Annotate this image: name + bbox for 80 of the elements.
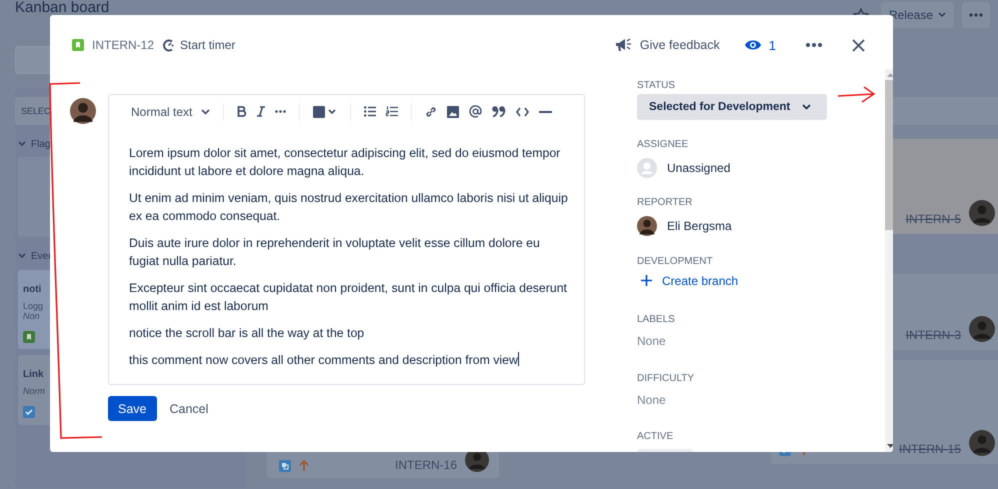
avatar-icon [637, 216, 657, 236]
field-value[interactable]: None [637, 392, 666, 406]
checkbox-icon [23, 406, 35, 418]
field-label: DEVELOPMENT [637, 254, 713, 268]
bold-icon[interactable] [237, 106, 248, 117]
comment-paragraph: this comment now covers all other comments and description from view [129, 351, 520, 369]
field-value[interactable]: None [637, 334, 666, 348]
comment-editor[interactable] [108, 94, 585, 385]
caret-icon [201, 108, 210, 114]
card-title: Link [23, 369, 44, 380]
issue-key: INTERN-16 [394, 458, 457, 472]
comment-paragraph: Ut enim ad minim veniam, quis nostrud exercitation ullamco laboris nisi ut aliquip ex ea commodo consequat. [129, 190, 569, 225]
caret-icon [802, 104, 812, 110]
avatar-icon [969, 430, 995, 456]
comment-paragraph: Duis aute irure dolor in reprehenderit in voluptate velit esse cillum dolore eu fugiat nulla pariatur. [129, 235, 541, 270]
scrollbar-thumb[interactable] [885, 80, 893, 230]
comment-paragraph: Excepteur sint occaecat cupidatat non proident, sunt in culpa qui officia deserunt mollit anim id est laborum [129, 280, 568, 315]
code-icon[interactable] [516, 106, 530, 116]
bookmark-icon [72, 39, 84, 51]
give-feedback-button[interactable]: Give feedback [614, 37, 720, 53]
mention-icon[interactable] [469, 105, 482, 118]
close-icon[interactable] [852, 38, 865, 52]
more-icon[interactable] [806, 43, 822, 47]
comment-paragraph: Lorem ipsum dolor sit amet, consectetur adipiscing elit, sed do eiusmod tempor incididunt ut labore et dolore magna aliqua. [129, 145, 562, 180]
more-icon [969, 13, 983, 17]
save-button[interactable]: Save [108, 396, 156, 421]
chevron-icon[interactable] [18, 141, 26, 147]
scroll-down-icon[interactable] [887, 444, 893, 448]
field-label: ASSIGNEE [637, 138, 688, 152]
cancel-button[interactable]: Cancel [160, 396, 218, 421]
card-text: Non [23, 311, 40, 321]
text-color-icon[interactable] [313, 106, 338, 118]
card-text: Logg [23, 301, 44, 311]
more-icon[interactable] [275, 110, 286, 113]
text-style-dropdown[interactable]: Normal text [131, 104, 210, 118]
numbered-list-icon[interactable] [386, 106, 398, 117]
status-dropdown[interactable]: Selected for Development [637, 94, 828, 120]
scrollbar[interactable] [885, 69, 893, 452]
bullet-list-icon[interactable] [364, 106, 376, 117]
field-value[interactable]: Unassigned [667, 160, 730, 174]
field-label: DIFFICULTY [637, 372, 694, 386]
avatar-icon [70, 98, 96, 124]
issue-key: INTERN-15 [898, 442, 961, 456]
eye-icon [744, 39, 762, 51]
image-icon[interactable] [447, 106, 460, 118]
text-cursor [518, 352, 519, 366]
card-title: noti [23, 284, 42, 295]
field-label: LABELS [637, 313, 675, 327]
issue-key: INTERN-5 [906, 212, 961, 226]
start-timer-button[interactable]: Start timer [162, 38, 236, 52]
card-text: Norm [23, 386, 45, 396]
italic-icon[interactable] [257, 106, 266, 117]
caret-icon [938, 12, 946, 18]
megaphone-icon [614, 37, 632, 53]
field-label: STATUS [637, 79, 675, 93]
comment-paragraph: notice the scroll bar is all the way at the top [129, 325, 366, 342]
column-title: SELEC [21, 106, 51, 116]
bookmark-icon [23, 331, 35, 343]
quote-icon[interactable] [492, 106, 506, 117]
timer-icon [162, 38, 176, 52]
field-label: REPORTER [637, 196, 692, 210]
avatar-icon [969, 316, 995, 342]
chevron-icon[interactable] [18, 253, 26, 259]
board-title: Kanban board [15, 0, 110, 15]
plus-icon [641, 275, 652, 286]
release-dropdown[interactable]: Release [880, 2, 954, 28]
link-icon[interactable] [425, 106, 438, 118]
field-value[interactable]: Eli Bergsma [667, 219, 732, 233]
issue-key-link[interactable]: INTERN-12 [92, 38, 154, 52]
user-placeholder-icon [637, 158, 657, 178]
avatar-icon [969, 200, 995, 226]
more-button[interactable] [962, 2, 990, 28]
watchers-button[interactable]: 1 [744, 38, 776, 52]
subtask-icon [279, 460, 291, 472]
create-branch-link[interactable]: Create branch [637, 274, 738, 288]
field-label: ACTIVE [637, 430, 674, 444]
divider-icon[interactable] [539, 110, 552, 112]
issue-key: INTERN-3 [906, 328, 961, 342]
arrow-drawing [837, 86, 876, 103]
arrow-up-icon [299, 460, 309, 472]
